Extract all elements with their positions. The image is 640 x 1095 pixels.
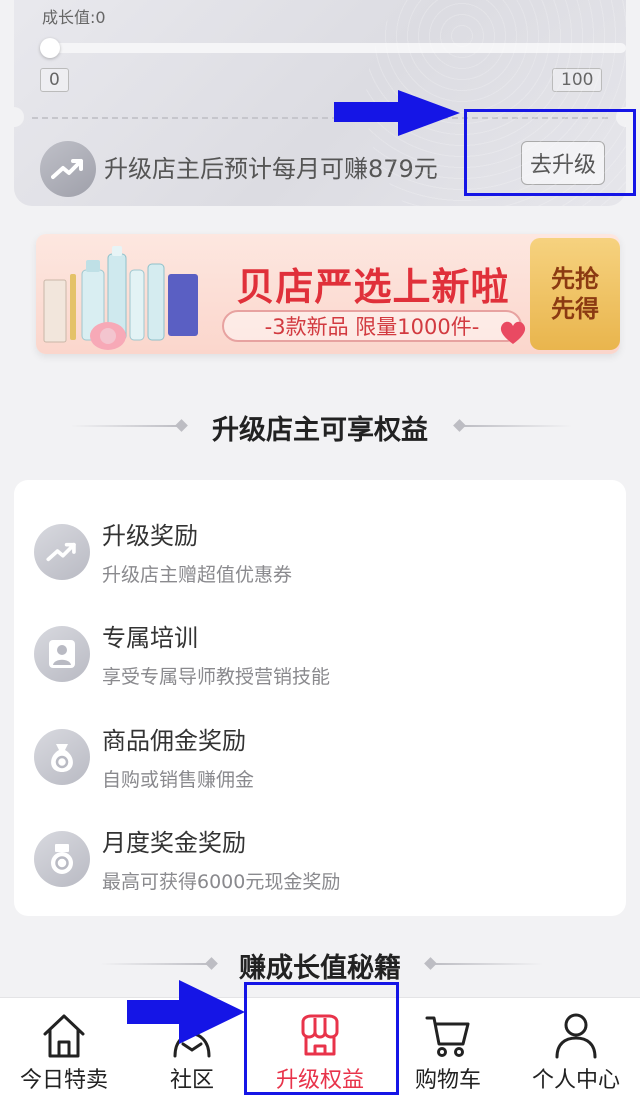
benefits-card: 升级奖励 升级店主赠超值优惠券 专属培训 享受专属导师教授营销技能 商品佣金奖励… [14, 480, 626, 916]
cart-icon [425, 1016, 470, 1057]
ticket-line-1: 先抢 [551, 265, 599, 293]
benefit-item-commission[interactable]: 商品佣金奖励 自购或销售赚佣金 [34, 721, 594, 801]
benefit-item-upgrade-reward[interactable]: 升级奖励 升级店主赠超值优惠券 [34, 516, 594, 596]
benefit-desc: 最高可获得6000元现金奖励 [102, 871, 341, 893]
secrets-section-title: 赚成长值秘籍 [239, 953, 401, 984]
user-icon [555, 1013, 597, 1059]
grab-first-ticket: 先抢 先得 [530, 238, 620, 350]
nav-label: 今日特卖 [19, 1068, 108, 1093]
money-bag-icon [34, 729, 90, 785]
scale-min-label: 0 [40, 68, 69, 92]
growth-progress-thumb [40, 38, 60, 58]
benefit-item-monthly-bonus[interactable]: 月度奖金奖励 最高可获得6000元现金奖励 [34, 823, 594, 903]
medal-icon [34, 831, 90, 887]
growth-value-label: 成长值:0 [42, 8, 106, 27]
ticket-notch-left [14, 107, 24, 127]
nav-item-cart[interactable]: 购物车 [384, 998, 512, 1095]
nav-label: 个人中心 [531, 1068, 620, 1093]
growth-progress-track [40, 43, 626, 53]
benefit-desc: 升级店主赠超值优惠券 [102, 564, 293, 586]
benefit-title: 升级奖励 [102, 522, 198, 550]
secrets-deco-line-right [433, 963, 543, 965]
benefit-title: 商品佣金奖励 [102, 727, 246, 755]
trend-up-icon [40, 141, 96, 197]
earn-estimate-text: 升级店主后预计每月可赚879元 [104, 155, 438, 183]
banner-subtitle: -3款新品 限量1000件- [222, 310, 522, 342]
title-deco-line-right [462, 425, 572, 427]
annotation-arrow-right-icon [127, 980, 245, 1044]
benefit-title: 专属培训 [102, 624, 198, 652]
benefit-desc: 自购或销售赚佣金 [102, 769, 255, 791]
heart-icon [500, 321, 526, 344]
annotation-highlight-box [464, 109, 636, 196]
ticket-line-2: 先得 [551, 295, 599, 323]
banner-title: 贝店严选上新啦 [236, 265, 510, 309]
nav-label: 社区 [169, 1068, 214, 1093]
cosmetics-products-image [43, 246, 198, 350]
nav-item-profile[interactable]: 个人中心 [512, 998, 640, 1095]
promo-banner[interactable]: 贝店严选上新啦 -3款新品 限量1000件- 先抢 先得 [36, 234, 620, 354]
scale-max-label: 100 [552, 68, 603, 92]
benefits-section-title: 升级店主可享权益 [212, 415, 428, 446]
nav-item-today-sale[interactable]: 今日特卖 [0, 998, 128, 1095]
benefit-desc: 享受专属导师教授营销技能 [102, 666, 331, 688]
trend-up-icon [34, 524, 90, 580]
nav-label: 购物车 [414, 1068, 481, 1093]
home-icon [43, 1014, 85, 1058]
benefit-title: 月度奖金奖励 [102, 829, 246, 857]
annotation-arrow-right-icon [334, 90, 460, 136]
annotation-highlight-box [244, 982, 399, 1095]
benefit-item-training[interactable]: 专属培训 享受专属导师教授营销技能 [34, 618, 594, 698]
person-icon [34, 626, 90, 682]
